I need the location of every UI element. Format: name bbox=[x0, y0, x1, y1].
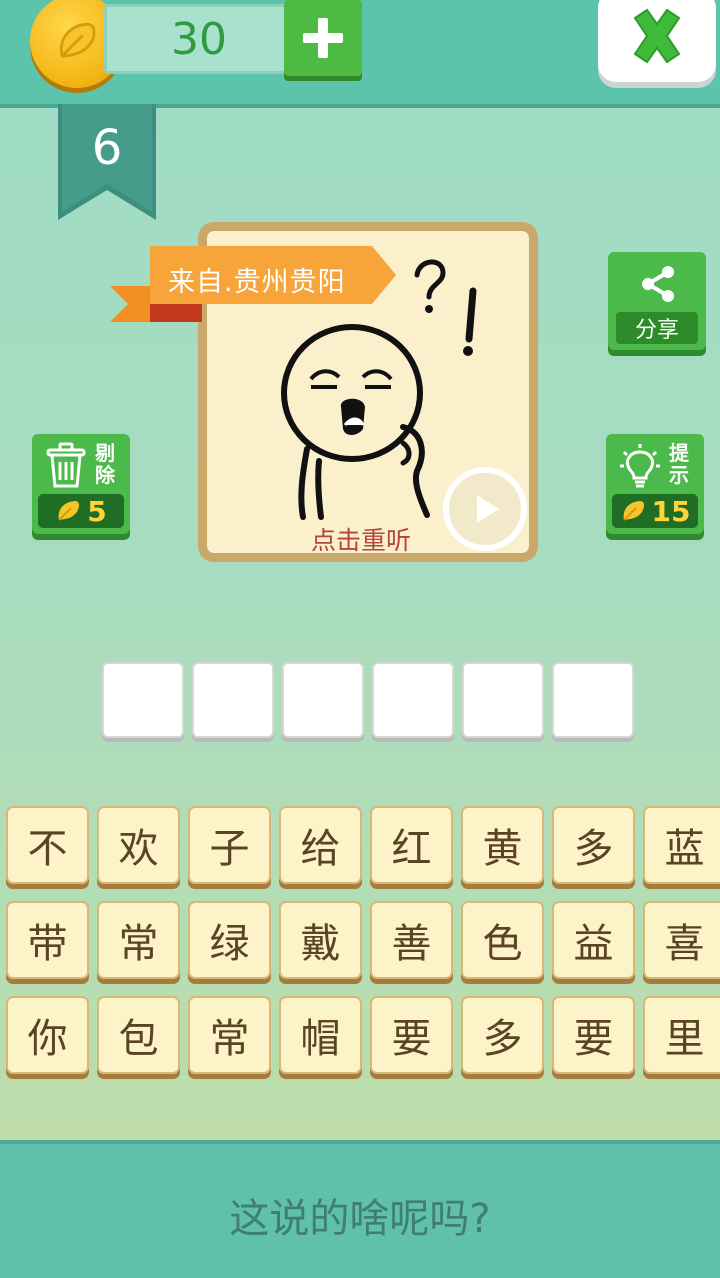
close-button[interactable] bbox=[598, 0, 716, 82]
letter-tile[interactable]: 多 bbox=[461, 996, 544, 1074]
letter-tile[interactable]: 欢 bbox=[97, 806, 180, 884]
answer-slot[interactable] bbox=[192, 662, 274, 738]
close-x-icon bbox=[633, 8, 681, 64]
letter-tile[interactable]: 帽 bbox=[279, 996, 362, 1074]
plus-icon bbox=[303, 18, 343, 58]
letter-tile[interactable]: 常 bbox=[97, 901, 180, 979]
play-button[interactable] bbox=[443, 467, 527, 551]
delete-label: 剔 除 bbox=[92, 442, 118, 486]
leaf-coin-icon bbox=[622, 501, 644, 521]
letter-tile[interactable]: 多 bbox=[552, 806, 635, 884]
hint-button[interactable]: 提 示 15 bbox=[606, 434, 704, 534]
lightbulb-icon bbox=[620, 444, 660, 488]
letter-tile[interactable]: 喜 bbox=[643, 901, 720, 979]
hint-label-line1: 提 bbox=[669, 441, 689, 465]
trash-icon bbox=[46, 442, 86, 488]
delete-letters-button[interactable]: 剔 除 5 bbox=[32, 434, 130, 534]
answer-slots bbox=[102, 662, 634, 740]
letter-tile[interactable]: 红 bbox=[370, 806, 453, 884]
letter-tile[interactable]: 蓝 bbox=[643, 806, 720, 884]
letter-tile[interactable]: 色 bbox=[461, 901, 544, 979]
hint-cost-value: 15 bbox=[651, 494, 691, 528]
add-coins-button[interactable] bbox=[284, 0, 362, 76]
play-icon bbox=[477, 495, 499, 523]
letter-tile[interactable]: 要 bbox=[370, 996, 453, 1074]
letter-tile[interactable]: 要 bbox=[552, 996, 635, 1074]
answer-slot[interactable] bbox=[102, 662, 184, 738]
letter-tile[interactable]: 戴 bbox=[279, 901, 362, 979]
letter-tile[interactable]: 善 bbox=[370, 901, 453, 979]
share-button[interactable]: 分享 bbox=[608, 252, 706, 350]
origin-label: 来自.贵州贵阳 bbox=[168, 267, 346, 298]
hint-cost: 15 bbox=[612, 494, 698, 528]
letter-tile[interactable]: 益 bbox=[552, 901, 635, 979]
share-label: 分享 bbox=[616, 312, 698, 344]
coin-count: 30 bbox=[171, 13, 227, 65]
letter-tile[interactable]: 给 bbox=[279, 806, 362, 884]
delete-cost: 5 bbox=[38, 494, 124, 528]
level-number: 6 bbox=[91, 120, 123, 176]
coin-counter: 30 bbox=[104, 4, 294, 74]
letter-tile[interactable]: 你 bbox=[6, 996, 89, 1074]
share-icon bbox=[642, 266, 674, 302]
leaf-coin-icon bbox=[58, 501, 80, 521]
letter-tile[interactable]: 子 bbox=[188, 806, 271, 884]
letter-tile[interactable]: 黄 bbox=[461, 806, 544, 884]
letter-tile[interactable]: 里 bbox=[643, 996, 720, 1074]
replay-label[interactable]: 点击重听 bbox=[311, 521, 411, 557]
hint-label: 提 示 bbox=[666, 442, 692, 486]
letter-tile[interactable]: 绿 bbox=[188, 901, 271, 979]
answer-slot[interactable] bbox=[462, 662, 544, 738]
answer-slot[interactable] bbox=[282, 662, 364, 738]
letter-tile[interactable]: 包 bbox=[97, 996, 180, 1074]
letter-tile[interactable]: 带 bbox=[6, 901, 89, 979]
answer-slot[interactable] bbox=[552, 662, 634, 738]
letter-tile[interactable]: 常 bbox=[188, 996, 271, 1074]
letter-tile[interactable]: 不 bbox=[6, 806, 89, 884]
delete-label-line2: 除 bbox=[95, 463, 115, 487]
answer-slot[interactable] bbox=[372, 662, 454, 738]
delete-label-line1: 剔 bbox=[95, 441, 115, 465]
delete-cost-value: 5 bbox=[87, 494, 107, 528]
hint-label-line2: 示 bbox=[669, 463, 689, 487]
footer-caption: 这说的啥呢吗? bbox=[229, 1196, 491, 1242]
letter-grid: 不 欢 子 给 红 黄 多 蓝 带 常 绿 戴 善 色 益 喜 你 包 常 帽 … bbox=[6, 806, 720, 1074]
